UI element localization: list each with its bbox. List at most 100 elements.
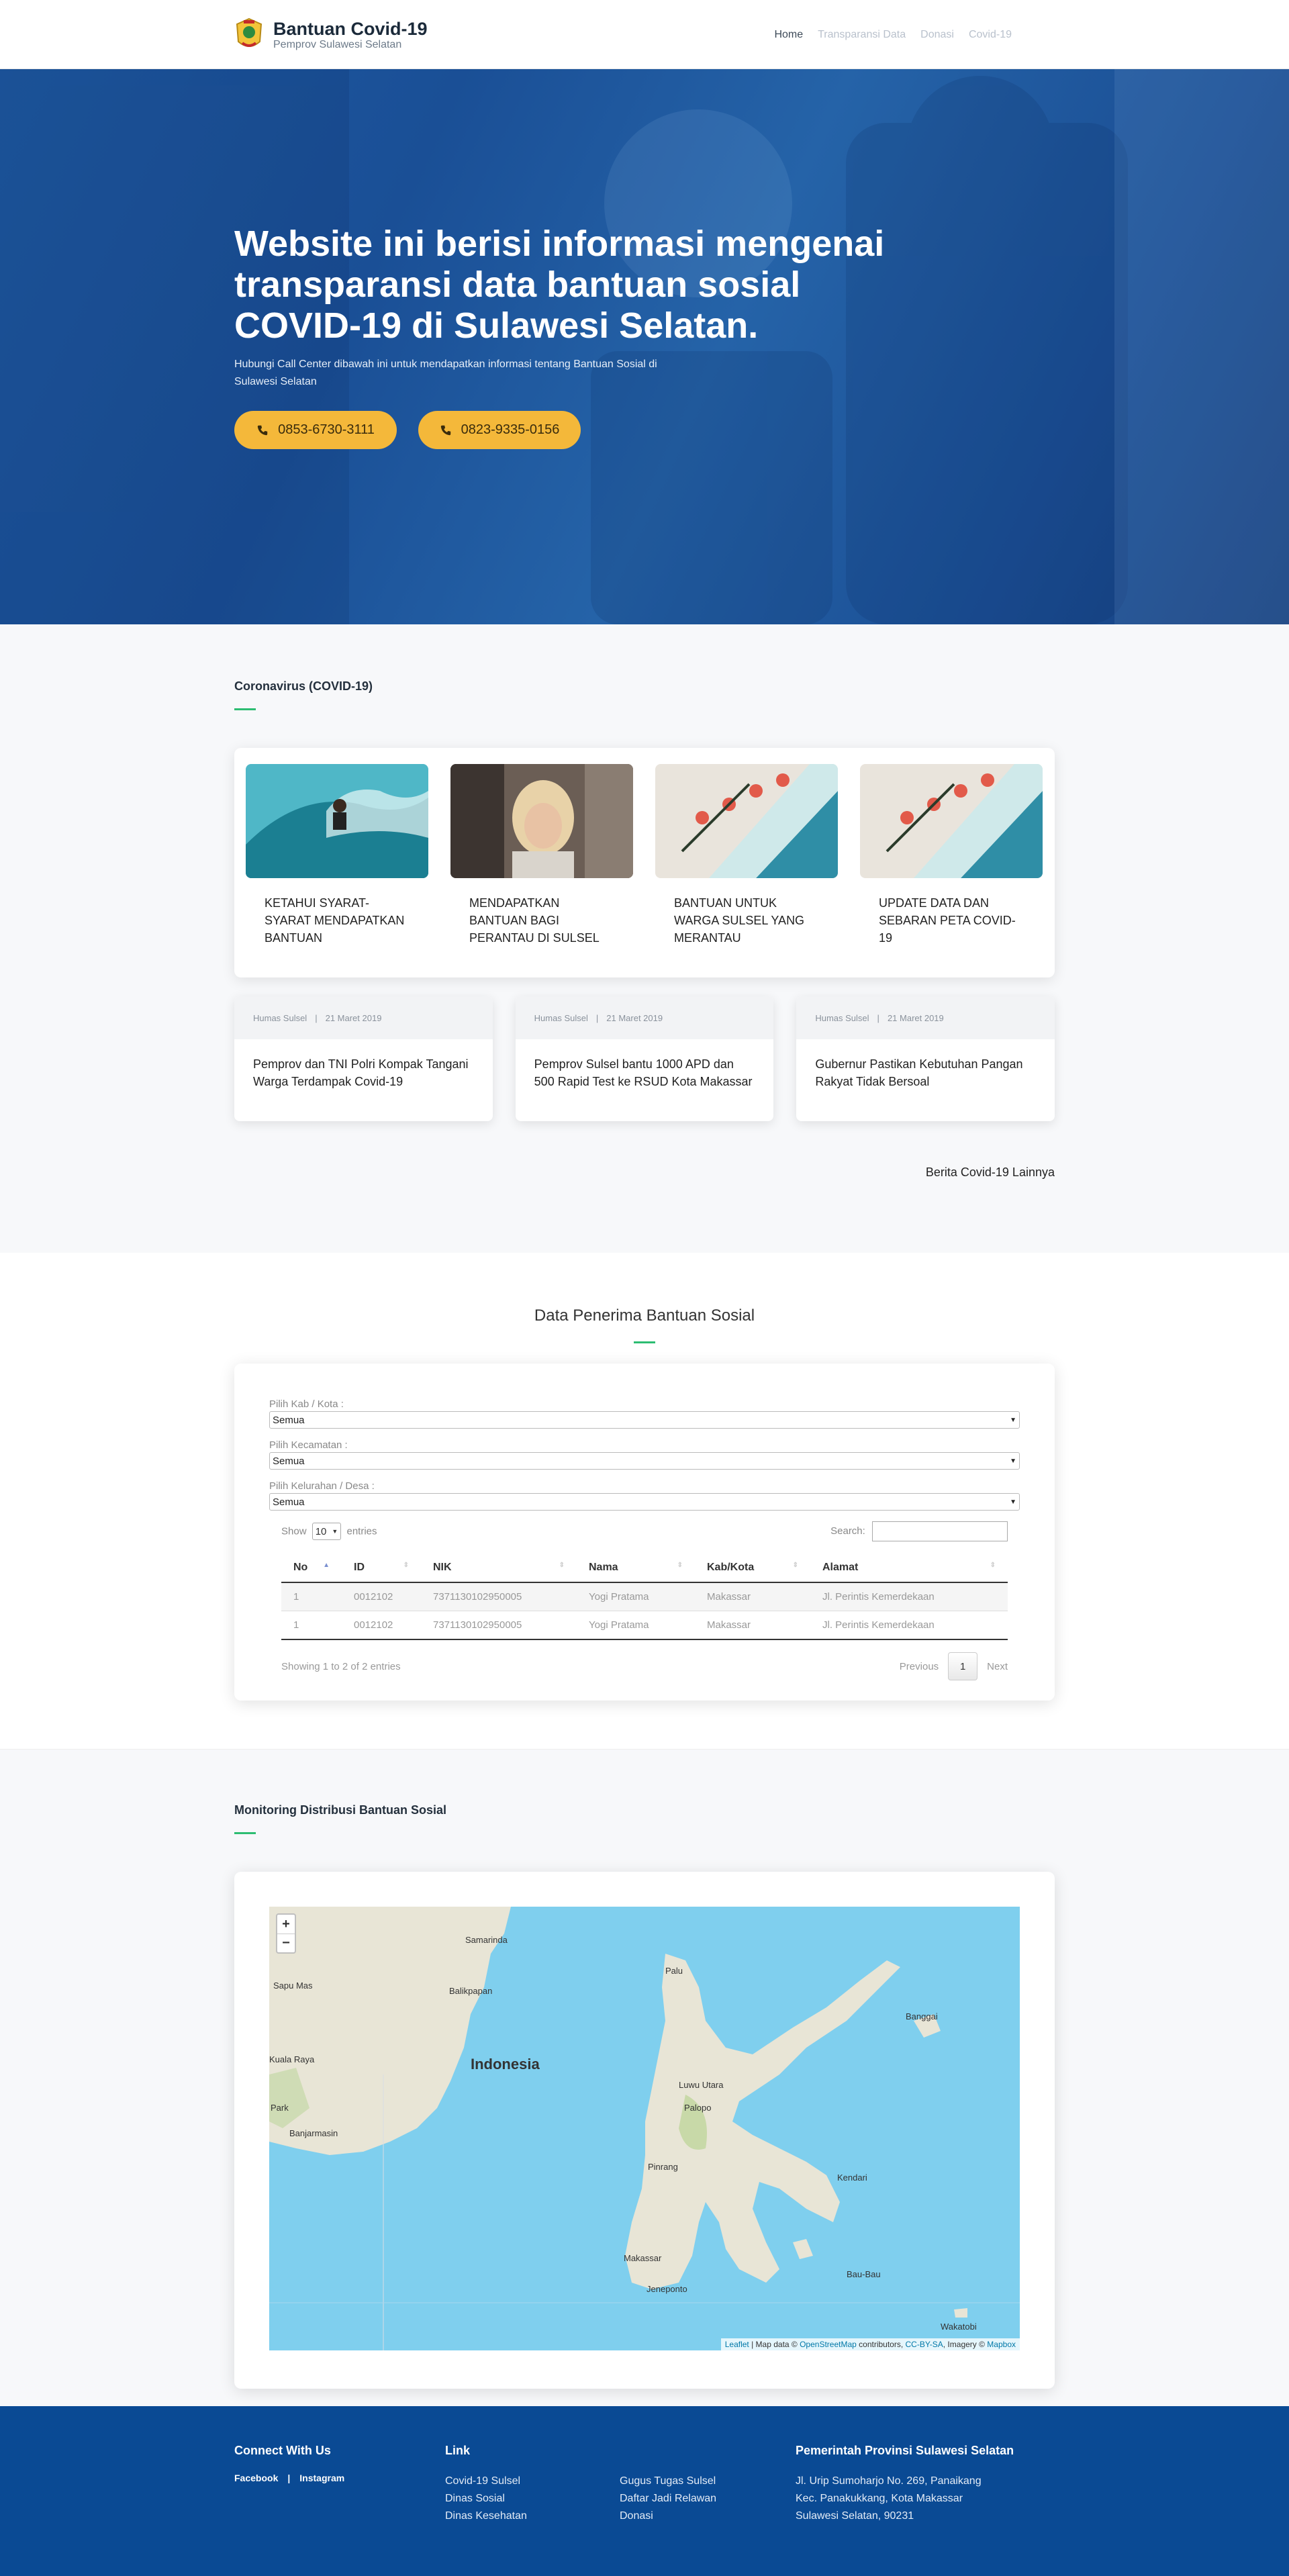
footer-link[interactable]: Donasi [620, 2508, 796, 2525]
cc-link[interactable]: CC-BY-SA [906, 2340, 943, 2349]
attribution-text: | Map data © [749, 2340, 800, 2349]
more-news-link[interactable]: Berita Covid-19 Lainnya [234, 1165, 1055, 1180]
map-label-city: Sapu Mas [273, 1981, 313, 1991]
footer-link[interactable]: Covid-19 Sulsel [445, 2473, 620, 2490]
distribution-map[interactable]: + − Indonesia Samarinda Balikpapan Banja… [269, 1907, 1020, 2350]
entries-value: 10 [315, 1525, 327, 1537]
topic-title: MENDAPATKAN BANTUAN BAGI PERANTAU DI SUL… [469, 896, 600, 945]
nav-covid-19[interactable]: Covid-19 [969, 29, 1012, 41]
search-input[interactable] [872, 1521, 1008, 1541]
cell-alamat: Jl. Perintis Kemerdekaan [810, 1582, 1008, 1611]
title-underline [234, 1832, 256, 1834]
search-label: Search: [830, 1525, 865, 1537]
mapbox-link[interactable]: Mapbox [987, 2340, 1016, 2349]
topic-image-surf [246, 764, 428, 878]
col-no[interactable]: No ▲ [281, 1554, 342, 1583]
col-nama[interactable]: Nama ⇕ [577, 1554, 695, 1583]
phone-number-2: 0823-9335-0156 [461, 422, 560, 437]
topic-card[interactable]: KETAHUI SYARAT-SYARAT MENDAPATKAN BANTUA… [246, 764, 428, 961]
news-card[interactable]: Humas Sulsel | 21 Maret 2019 Pemprov Sulse… [515, 996, 774, 1121]
cell-id: 0012102 [342, 1611, 421, 1640]
nav-transparansi-data[interactable]: Transparansi Data [818, 29, 906, 41]
map-label-city: Wakatobi [941, 2322, 977, 2332]
topic-card[interactable]: BANTUAN UNTUK WARGA SULSEL YANG MERANTAU [655, 764, 838, 961]
col-label: No [293, 1562, 308, 1573]
news-card[interactable]: Humas Sulsel | 21 Maret 2019 Gubernur Past… [796, 996, 1055, 1121]
select-kab-kota[interactable]: Semua ▼ [269, 1411, 1020, 1429]
map-attribution: Leaflet | Map data © OpenStreetMap contr… [720, 2338, 1020, 2350]
select-value: Semua [273, 1414, 305, 1426]
news-list: Humas Sulsel | 21 Maret 2019 Pemprov dan T… [234, 996, 1055, 1121]
recipients-table: No ▲ ID ⇕ NIK ⇕ Nama ⇕ Kab/Kota ⇕ Alamat ⇕ 1 0… [281, 1554, 1008, 1640]
table-info: Showing 1 to 2 of 2 entries [281, 1660, 401, 1672]
brand-subtitle: Pemprov Sulawesi Selatan [273, 38, 402, 50]
map-label-city: Makassar [624, 2253, 662, 2263]
map-label-city: Palu [665, 1966, 683, 1976]
zoom-in-button[interactable]: + [277, 1915, 295, 1934]
nav-donasi[interactable]: Donasi [920, 29, 954, 41]
news-date: 21 Maret 2019 [887, 1012, 944, 1023]
cell-id: 0012102 [342, 1582, 421, 1611]
topic-image-beach [860, 764, 1043, 878]
col-nik[interactable]: NIK ⇕ [421, 1554, 577, 1583]
footer-link[interactable]: Dinas Sosial [445, 2490, 620, 2508]
page-button-1[interactable]: 1 [948, 1652, 978, 1680]
col-label: ID [354, 1562, 365, 1573]
col-id[interactable]: ID ⇕ [342, 1554, 421, 1583]
attribution-text: contributors, [856, 2340, 906, 2349]
topic-card[interactable]: MENDAPATKAN BANTUAN BAGI PERANTAU DI SUL… [450, 764, 633, 961]
footer-address-line: Sulawesi Selatan, 90231 [796, 2510, 914, 2522]
osm-link[interactable]: OpenStreetMap [800, 2340, 857, 2349]
zoom-out-button[interactable]: − [277, 1934, 295, 1952]
entries-select[interactable]: 10 ▼ [312, 1523, 342, 1540]
col-alamat[interactable]: Alamat ⇕ [810, 1554, 1008, 1583]
topic-card[interactable]: UPDATE DATA DAN SEBARAN PETA COVID-19 [860, 764, 1043, 961]
footer-link[interactable]: Daftar Jadi Relawan [620, 2490, 796, 2508]
news-author: Humas Sulsel [253, 1012, 307, 1023]
topic-image-woman [450, 764, 633, 878]
footer-link[interactable]: Dinas Kesehatan [445, 2508, 620, 2525]
caret-down-icon: ▼ [1010, 1416, 1016, 1424]
table-row: 1 0012102 7371130102950005 Yogi Pratama … [281, 1611, 1008, 1640]
brand[interactable]: Bantuan Covid-19 Pemprov Sulawesi Selata… [234, 16, 428, 54]
footer-link-title: Link [445, 2444, 471, 2457]
col-label: NIK [433, 1562, 452, 1573]
footer-connect-title: Connect With Us [234, 2444, 331, 2457]
news-title: Pemprov Sulsel bantu 1000 APD dan 500 Ra… [534, 1057, 753, 1088]
call-center-button-1[interactable]: 0853-6730-3111 [234, 411, 397, 449]
news-card[interactable]: Humas Sulsel | 21 Maret 2019 Pemprov dan T… [234, 996, 493, 1121]
map-label-city: Banggai [906, 2011, 938, 2021]
footer-link[interactable]: Gugus Tugas Sulsel [620, 2473, 796, 2490]
next-button[interactable]: Next [987, 1661, 1008, 1672]
sort-icon: ⇕ [677, 1562, 683, 1569]
entries-label: entries [346, 1525, 377, 1537]
select-kecamatan[interactable]: Semua ▼ [269, 1452, 1020, 1470]
map-label-city: Luwu Utara [679, 2080, 724, 2090]
col-kab-kota[interactable]: Kab/Kota ⇕ [695, 1554, 810, 1583]
call-center-button-2[interactable]: 0823-9335-0156 [418, 411, 581, 449]
instagram-link[interactable]: Instagram [299, 2473, 344, 2483]
section-title: Coronavirus (COVID-19) [234, 679, 373, 693]
map-tiles [269, 1907, 1020, 2350]
topic-title: UPDATE DATA DAN SEBARAN PETA COVID-19 [879, 896, 1016, 945]
news-author: Humas Sulsel [815, 1012, 869, 1023]
nav-home[interactable]: Home [774, 29, 803, 41]
filter-label-kecamatan: Pilih Kecamatan : [269, 1439, 348, 1451]
map-label-city: Kendari [837, 2173, 867, 2183]
cell-nik: 7371130102950005 [421, 1611, 577, 1640]
sort-icon: ⇕ [559, 1562, 565, 1569]
covid-section: Coronavirus (COVID-19) KETAHUI SYARAT-SY… [0, 624, 1289, 1253]
cell-nik: 7371130102950005 [421, 1582, 577, 1611]
facebook-link[interactable]: Facebook [234, 2473, 278, 2483]
filter-label-kelurahan: Pilih Kelurahan / Desa : [269, 1480, 375, 1492]
length-control: Show 10 ▼ entries [281, 1523, 377, 1540]
leaflet-link[interactable]: Leaflet [725, 2340, 749, 2349]
news-title: Pemprov dan TNI Polri Kompak Tangani War… [253, 1057, 469, 1088]
cell-no: 1 [281, 1582, 342, 1611]
prev-button[interactable]: Previous [900, 1661, 939, 1672]
cell-no: 1 [281, 1611, 342, 1640]
main-menu: Home Transparansi Data Donasi Covid-19 [774, 29, 1012, 41]
hero-banner: Website ini berisi informasi mengenai tr… [0, 69, 1289, 624]
select-kelurahan[interactable]: Semua ▼ [269, 1493, 1020, 1511]
show-label: Show [281, 1525, 307, 1537]
